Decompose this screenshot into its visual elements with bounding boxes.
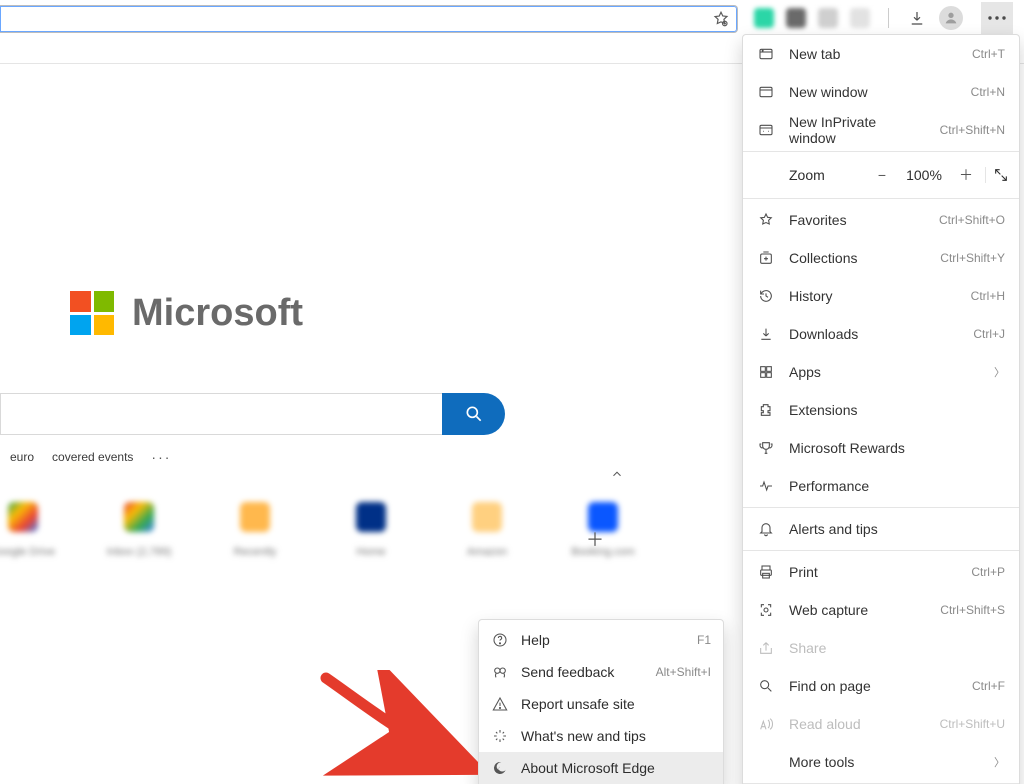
feedback-icon [491, 663, 509, 681]
add-favorite-icon[interactable] [711, 9, 731, 29]
menu-downloads[interactable]: Downloads Ctrl+J [743, 315, 1019, 353]
menu-more-tools[interactable]: More tools 〉 [743, 743, 1019, 781]
menu-inprivate[interactable]: New InPrivate window Ctrl+Shift+N [743, 111, 1019, 149]
download-icon [757, 325, 775, 343]
warning-icon [491, 695, 509, 713]
extension-icon[interactable] [818, 8, 838, 28]
window-icon [757, 83, 775, 101]
menu-separator [743, 151, 1019, 152]
menu-collections[interactable]: Collections Ctrl+Shift+Y [743, 239, 1019, 277]
help-icon [491, 631, 509, 649]
extension-icon[interactable] [786, 8, 806, 28]
trophy-icon [757, 439, 775, 457]
menu-apps[interactable]: Apps 〉 [743, 353, 1019, 391]
zoom-in-button[interactable]: ＋ [949, 158, 983, 192]
submenu-about-edge[interactable]: About Microsoft Edge [479, 752, 723, 784]
site-tile[interactable]: Amazon [464, 502, 510, 558]
menu-read-aloud: Read aloud Ctrl+Shift+U [743, 705, 1019, 743]
menu-new-tab[interactable]: New tab Ctrl+T [743, 35, 1019, 73]
filter-chip[interactable]: covered events [52, 450, 133, 464]
help-submenu: Help F1 Send feedback Alt+Shift+I Report… [478, 619, 724, 784]
menu-separator [743, 507, 1019, 508]
extensions-icon [757, 401, 775, 419]
settings-menu: New tab Ctrl+T New window Ctrl+N New InP… [742, 34, 1020, 784]
submenu-help[interactable]: Help F1 [479, 624, 723, 656]
read-aloud-icon [757, 715, 775, 733]
more-filters-icon[interactable]: ··· [151, 449, 171, 465]
menu-alerts[interactable]: Alerts and tips [743, 510, 1019, 548]
site-tile[interactable]: Google Drive [0, 502, 46, 558]
menu-share: Share [743, 629, 1019, 667]
edge-icon [491, 759, 509, 777]
chevron-right-icon: 〉 [994, 364, 1005, 380]
zoom-level: 100% [901, 167, 947, 183]
menu-rewards[interactable]: Microsoft Rewards [743, 429, 1019, 467]
menu-history[interactable]: History Ctrl+H [743, 277, 1019, 315]
bell-icon [757, 520, 775, 538]
submenu-whats-new[interactable]: What's new and tips [479, 720, 723, 752]
address-bar[interactable] [0, 5, 738, 33]
filter-row: euro covered events ··· [10, 449, 171, 465]
divider [888, 8, 889, 28]
sparkle-icon [491, 727, 509, 745]
menu-new-window[interactable]: New window Ctrl+N [743, 73, 1019, 111]
collections-icon [757, 249, 775, 267]
zoom-out-button[interactable]: − [865, 158, 899, 192]
microsoft-logo-squares [70, 291, 114, 335]
menu-find[interactable]: Find on page Ctrl+F [743, 667, 1019, 705]
profile-avatar-icon[interactable] [939, 6, 963, 30]
apps-icon [757, 363, 775, 381]
menu-favorites[interactable]: Favorites Ctrl+Shift+O [743, 201, 1019, 239]
menu-performance[interactable]: Performance [743, 467, 1019, 505]
menu-print[interactable]: Print Ctrl+P [743, 553, 1019, 591]
print-icon [757, 563, 775, 581]
capture-icon [757, 601, 775, 619]
new-tab-icon [757, 45, 775, 63]
menu-separator [743, 198, 1019, 199]
search-icon [757, 677, 775, 695]
chevron-right-icon: 〉 [994, 754, 1005, 770]
microsoft-logo: Microsoft [70, 291, 303, 335]
menu-extensions[interactable]: Extensions [743, 391, 1019, 429]
settings-and-more-button[interactable] [981, 2, 1013, 34]
search-button[interactable] [442, 393, 505, 435]
inprivate-icon [757, 121, 775, 139]
top-sites-row: Google Drive Inbox (2,789) Recently Home… [0, 502, 626, 558]
search-input[interactable] [0, 393, 442, 435]
extension-strip [738, 2, 1013, 34]
fullscreen-button[interactable] [985, 167, 1015, 183]
submenu-send-feedback[interactable]: Send feedback Alt+Shift+I [479, 656, 723, 688]
menu-zoom: Zoom − 100% ＋ [743, 154, 1019, 196]
submenu-report-unsafe[interactable]: Report unsafe site [479, 688, 723, 720]
star-icon [757, 211, 775, 229]
microsoft-logo-text: Microsoft [132, 292, 303, 335]
chevron-up-icon[interactable] [610, 467, 624, 481]
site-tile[interactable]: Recently [232, 502, 278, 558]
site-tile[interactable]: Home [348, 502, 394, 558]
filter-chip[interactable]: euro [10, 450, 34, 464]
search-bar [0, 393, 505, 435]
downloads-icon[interactable] [907, 8, 927, 28]
site-tile[interactable]: Inbox (2,789) [116, 502, 162, 558]
extension-icon[interactable] [850, 8, 870, 28]
menu-web-capture[interactable]: Web capture Ctrl+Shift+S [743, 591, 1019, 629]
toolbar [0, 0, 1024, 36]
history-icon [757, 287, 775, 305]
menu-separator [743, 550, 1019, 551]
extension-icon[interactable] [754, 8, 774, 28]
pulse-icon [757, 477, 775, 495]
share-icon [757, 639, 775, 657]
add-site-icon[interactable]: ＋ [586, 526, 604, 552]
